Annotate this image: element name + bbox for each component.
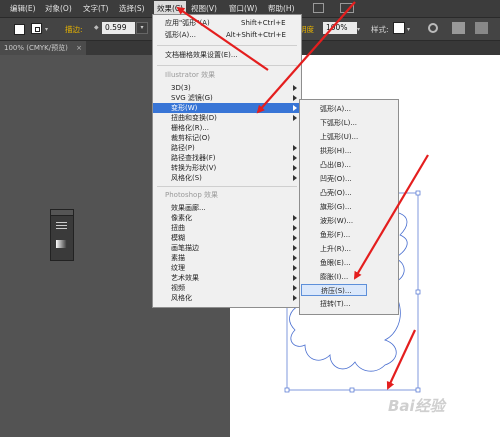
watermark: Bai经验: [388, 397, 445, 415]
annotation-layer: [176, 1, 429, 390]
annotation-arrow: [353, 154, 429, 280]
annotation-arrow: [176, 6, 269, 71]
annotation-arrow: [256, 1, 356, 114]
annotation-arrow: [386, 329, 416, 390]
